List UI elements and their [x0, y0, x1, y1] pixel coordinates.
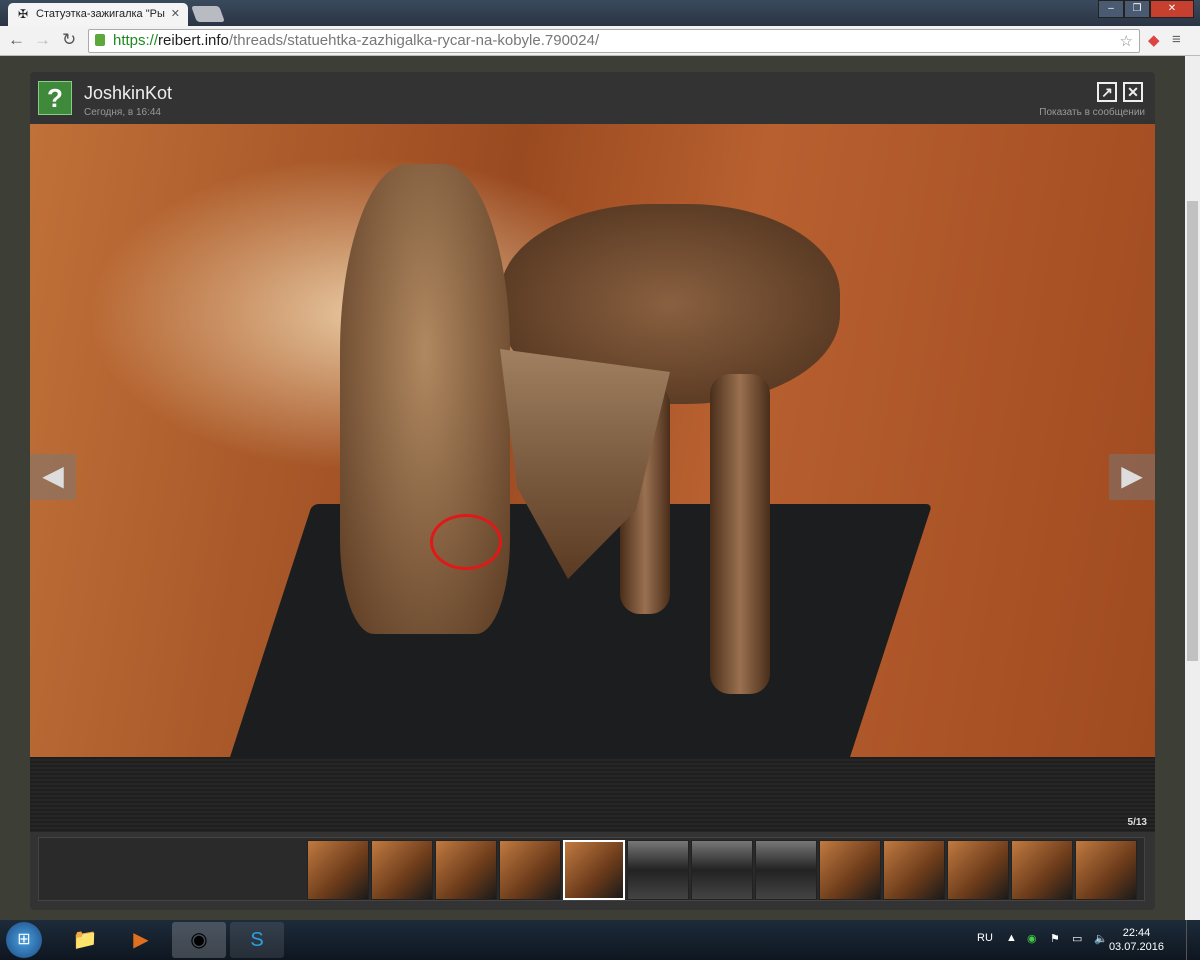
thumbnail[interactable]	[307, 840, 369, 900]
clock-time: 22:44	[1122, 927, 1151, 939]
url-path: /threads/statuehtka-zazhigalka-rycar-na-…	[228, 32, 600, 49]
show-in-message-link[interactable]: Показать в сообщении	[1039, 107, 1145, 118]
address-bar[interactable]: https://reibert.info/threads/statuehtka-…	[88, 29, 1140, 53]
close-tab-icon[interactable]: ✕	[171, 7, 180, 20]
action-center-icon[interactable]: ⚑	[1050, 932, 1060, 945]
close-window-button[interactable]: ✕	[1150, 0, 1194, 18]
thumbnail[interactable]	[819, 840, 881, 900]
favicon-icon: ✠	[18, 7, 29, 21]
image-counter: 5/13	[1127, 817, 1147, 828]
caption-strip: 5/13	[30, 757, 1155, 832]
browser-toolbar: ← → ↻ https://reibert.info/threads/statu…	[0, 26, 1200, 56]
language-indicator[interactable]: RU	[977, 932, 993, 944]
skype-icon[interactable]: S	[230, 922, 284, 958]
thumbnail[interactable]	[563, 840, 625, 900]
lightbox-header: ? JoshkinKot Сегодня, в 16:44 ↗ ✕ Показа…	[30, 72, 1155, 124]
thumbnail[interactable]	[371, 840, 433, 900]
close-icon[interactable]: ✕	[1123, 82, 1143, 102]
photo-leg	[710, 374, 770, 694]
show-desktop-button[interactable]	[1186, 920, 1200, 960]
star-icon[interactable]: ☆	[1120, 32, 1133, 50]
tab-bar: ✠ Статуэтка-зажигалка "Ры ✕ – ❐ ✕	[0, 0, 1200, 26]
thumbnail[interactable]	[499, 840, 561, 900]
thumbnail[interactable]	[755, 840, 817, 900]
avatar[interactable]: ?	[38, 81, 72, 115]
thumbnail[interactable]	[1075, 840, 1137, 900]
url-scheme: https://	[113, 32, 159, 49]
extension-icon[interactable]: ◆	[1148, 31, 1160, 49]
start-button[interactable]: ⊞	[6, 922, 42, 958]
forward-icon[interactable]: →	[34, 30, 51, 50]
next-arrow[interactable]: ▶	[1109, 454, 1155, 500]
prev-arrow[interactable]: ◀	[30, 454, 76, 500]
tab-title: Статуэтка-зажигалка "Ры	[36, 8, 165, 20]
network-icon[interactable]: ▭	[1072, 932, 1082, 945]
reload-icon[interactable]: ↻	[62, 30, 76, 50]
url-host: reibert.info	[158, 32, 229, 49]
clock[interactable]: 22:44 03.07.2016	[1109, 926, 1164, 954]
back-icon[interactable]: ←	[8, 30, 25, 50]
menu-icon[interactable]: ≡	[1172, 31, 1181, 48]
scrollbar[interactable]	[1185, 56, 1200, 920]
username[interactable]: JoshkinKot	[84, 83, 172, 104]
thumbnail[interactable]	[883, 840, 945, 900]
tray-expand-icon[interactable]: ▲	[1006, 932, 1017, 944]
minimize-button[interactable]: –	[1098, 0, 1124, 18]
volume-icon[interactable]: 🔈	[1094, 932, 1108, 945]
media-player-icon[interactable]: ▶	[114, 922, 168, 958]
thumbnail[interactable]	[691, 840, 753, 900]
thumbnail[interactable]	[435, 840, 497, 900]
clock-date: 03.07.2016	[1108, 941, 1164, 953]
taskbar: ⊞ 📁 ▶ ◉ S RU ▲ ◉ ⚑ ▭ 🔈 22:44 03.07.2016	[0, 920, 1200, 960]
new-tab-button[interactable]	[191, 6, 225, 22]
post-time: Сегодня, в 16:44	[84, 107, 161, 118]
browser-tab[interactable]: ✠ Статуэтка-зажигалка "Ры ✕	[8, 3, 188, 26]
thumbnail[interactable]	[1011, 840, 1073, 900]
thumbnail[interactable]	[947, 840, 1009, 900]
scrollbar-thumb[interactable]	[1187, 201, 1198, 661]
red-circle-annotation	[430, 514, 502, 570]
lock-icon	[95, 34, 105, 46]
maximize-button[interactable]: ❐	[1124, 0, 1150, 18]
thumbnail-strip	[38, 837, 1145, 901]
open-external-icon[interactable]: ↗	[1097, 82, 1117, 102]
tray-app-icon[interactable]: ◉	[1027, 932, 1037, 945]
thumbnail[interactable]	[627, 840, 689, 900]
lightbox: ? JoshkinKot Сегодня, в 16:44 ↗ ✕ Показа…	[30, 72, 1155, 910]
chrome-icon[interactable]: ◉	[172, 922, 226, 958]
explorer-icon[interactable]: 📁	[58, 922, 112, 958]
main-photo: ◀ ▶	[30, 124, 1155, 757]
